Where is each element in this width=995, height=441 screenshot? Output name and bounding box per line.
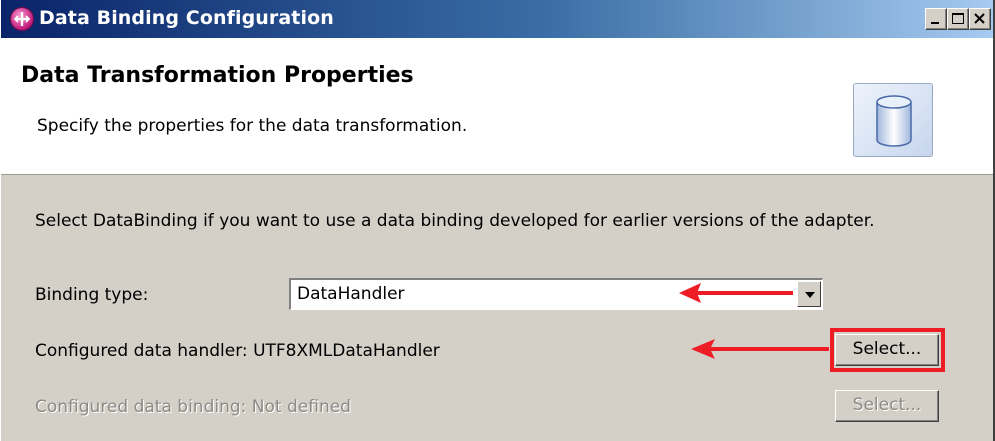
configured-data-handler-label: Configured data handler: UTF8XMLDataHand… (35, 341, 440, 361)
dropdown-button[interactable] (797, 281, 821, 307)
cylinder-icon (853, 83, 933, 157)
configured-data-binding-label: Configured data binding: Not defined (35, 397, 351, 417)
wizard-app-icon (11, 8, 33, 30)
select-data-binding-button: Select... (835, 390, 939, 422)
configured-data-binding-value: Not defined (251, 397, 351, 417)
intro-text: Select DataBinding if you want to use a … (35, 211, 875, 231)
annotation-arrow-left (679, 283, 793, 303)
annotation-highlight-box (830, 328, 945, 372)
dialog-window: Data Binding Configuration Data Transfor… (0, 0, 995, 441)
page-title: Data Transformation Properties (21, 63, 414, 88)
wizard-header: Data Transformation Properties Specify t… (1, 38, 993, 175)
title-bar[interactable]: Data Binding Configuration (1, 0, 993, 38)
configured-data-handler-value: UTF8XMLDataHandler (253, 341, 440, 361)
close-button[interactable] (969, 8, 991, 30)
annotation-arrow-left (691, 339, 829, 359)
binding-type-label: Binding type: (35, 285, 149, 305)
page-description: Specify the properties for the data tran… (37, 116, 468, 136)
binding-type-value: DataHandler (297, 284, 405, 304)
minimize-button[interactable] (925, 8, 947, 30)
window-title: Data Binding Configuration (39, 7, 334, 29)
maximize-button[interactable] (947, 8, 969, 30)
chevron-down-icon (805, 292, 815, 298)
